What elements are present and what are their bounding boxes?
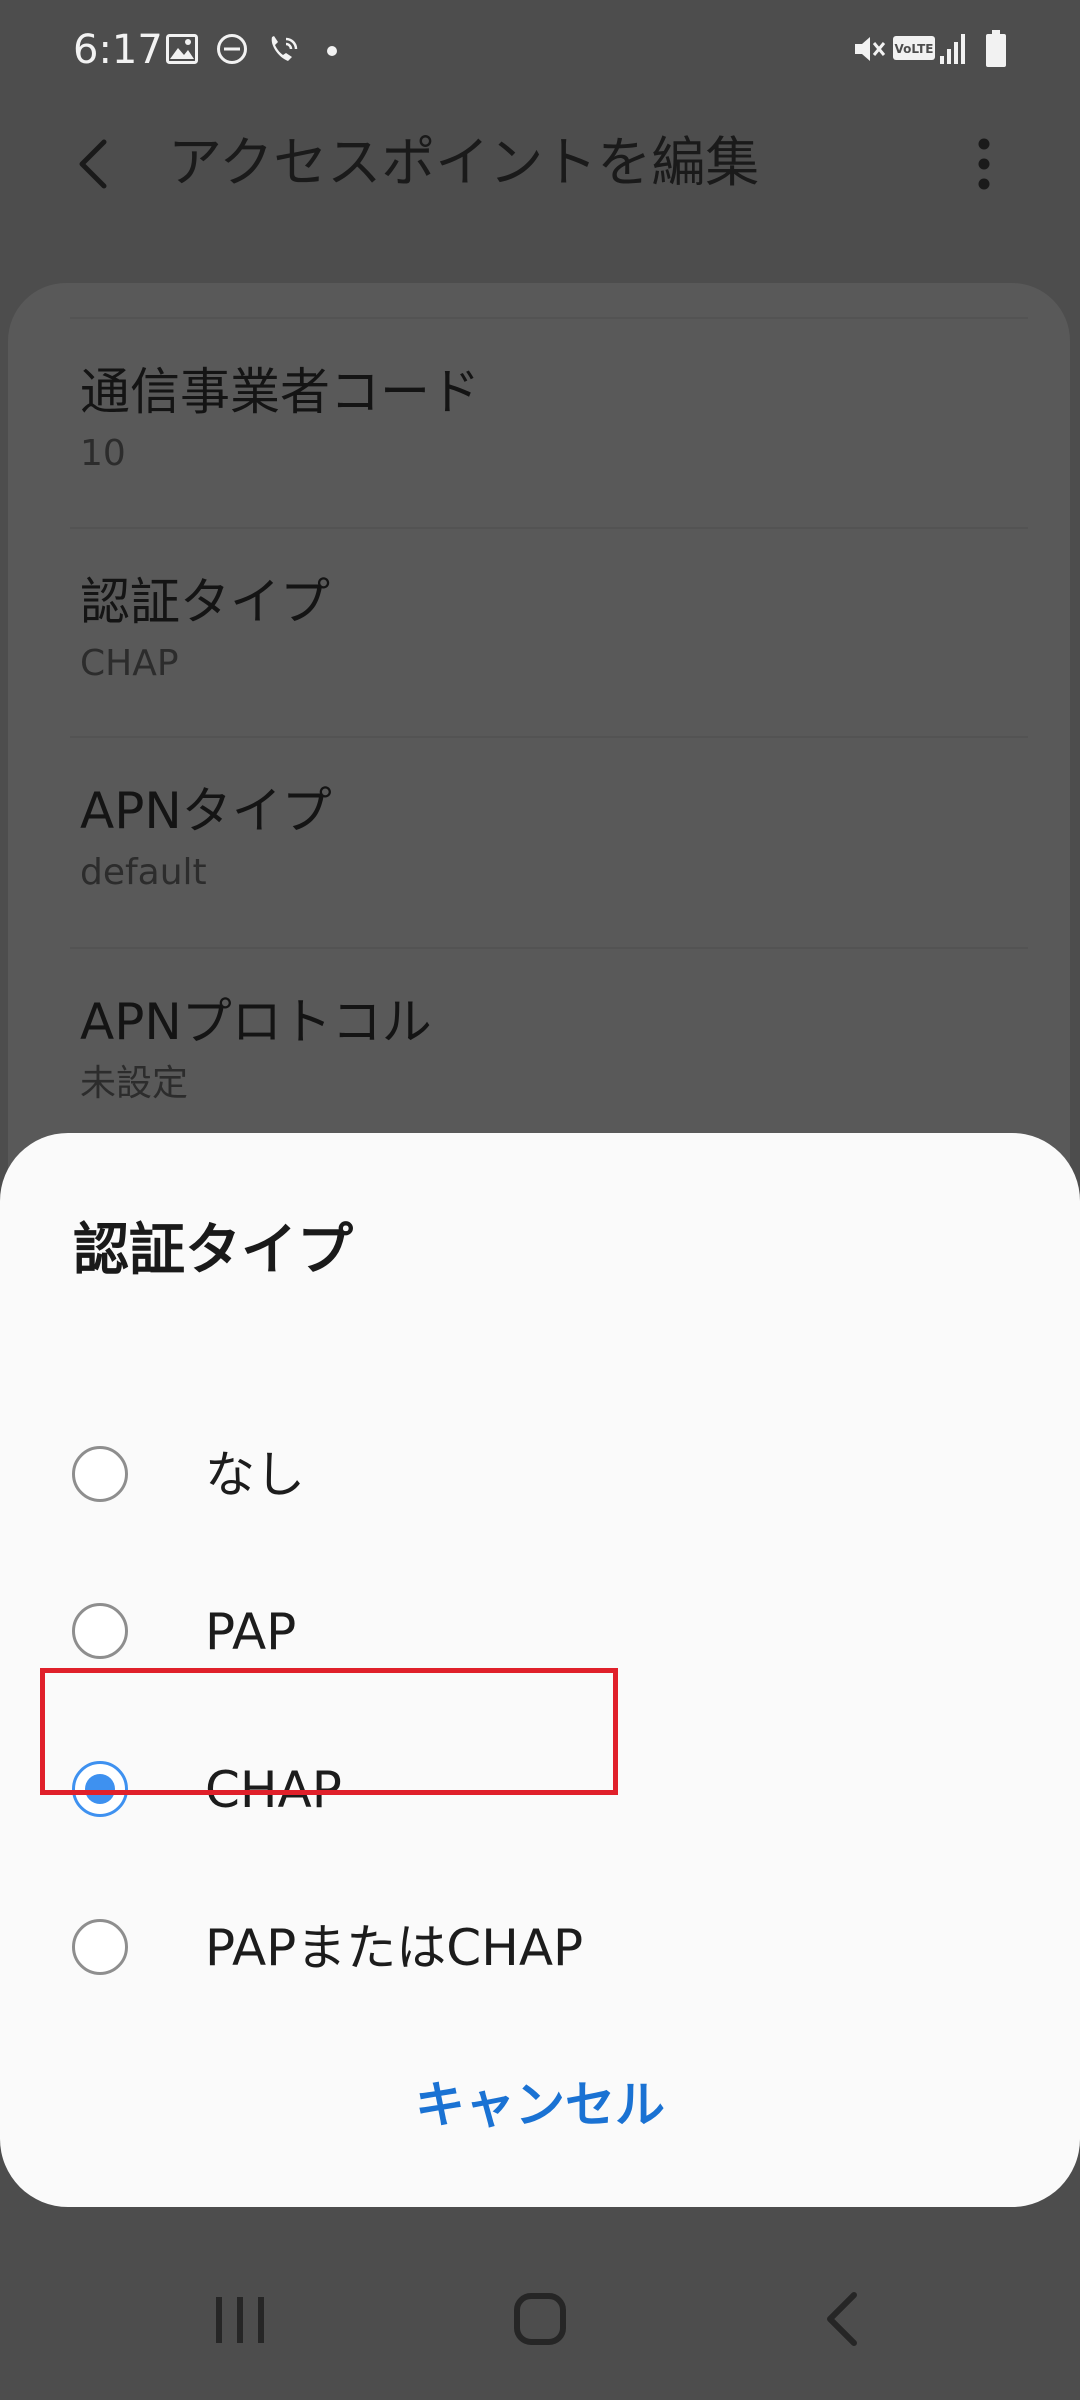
option-label: なし (205, 1446, 305, 1504)
setting-title: 通信事業者コード (80, 363, 480, 421)
option-none[interactable]: なし (0, 1398, 1080, 1556)
setting-item-apn-protocol[interactable]: APNプロトコル 未設定 (70, 949, 1028, 1149)
setting-item-carrier-code[interactable]: 通信事業者コード 10 (70, 319, 1028, 519)
battery-icon (985, 30, 1007, 72)
notification-dot-icon (326, 42, 338, 61)
setting-title: 認証タイプ (80, 573, 330, 631)
signal-icon (938, 30, 968, 70)
dialog-title: 認証タイプ (73, 1218, 353, 1283)
radio-button[interactable] (72, 1919, 128, 1975)
app-bar: アクセスポイントを編集 (0, 100, 1080, 230)
recent-apps-icon[interactable] (180, 2255, 300, 2375)
volte-label: VoLTE (895, 42, 934, 56)
gallery-icon (166, 34, 198, 68)
navigation-bar (0, 2230, 1080, 2400)
home-icon[interactable] (480, 2255, 600, 2375)
volte-icon: VoLTE (893, 36, 935, 64)
page-title: アクセスポイントを編集 (168, 131, 760, 194)
status-bar: 6:17 VoLTE (0, 0, 1080, 100)
back-icon[interactable] (780, 2255, 900, 2375)
back-arrow-icon[interactable] (58, 122, 138, 202)
setting-title: APNタイプ (80, 782, 332, 840)
do-not-disturb-icon (216, 33, 248, 69)
option-pap-or-chap[interactable]: PAPまたはCHAP (0, 1871, 1080, 2029)
status-time: 6:17 (73, 27, 163, 73)
setting-item-apn-type[interactable]: APNタイプ default (70, 738, 1028, 938)
wifi-calling-icon (266, 33, 300, 69)
radio-button[interactable] (72, 1603, 128, 1659)
option-label: PAP (205, 1603, 297, 1661)
setting-value: 未設定 (80, 1063, 189, 1104)
setting-value: default (80, 852, 207, 893)
setting-value: 10 (80, 433, 126, 474)
highlight-box (40, 1668, 618, 1795)
cancel-button[interactable]: キャンセル (340, 2053, 740, 2157)
radio-button[interactable] (72, 1446, 128, 1502)
setting-value: CHAP (80, 643, 179, 684)
setting-title: APNプロトコル (80, 993, 432, 1051)
mute-icon (852, 32, 886, 70)
more-vertical-icon[interactable] (952, 122, 1016, 202)
option-label: PAPまたはCHAP (205, 1919, 584, 1977)
setting-item-auth-type[interactable]: 認証タイプ CHAP (70, 529, 1028, 729)
auth-type-dialog: 認証タイプ なし PAP CHAP PAPまたはCHAP キャンセル (0, 1133, 1080, 2207)
